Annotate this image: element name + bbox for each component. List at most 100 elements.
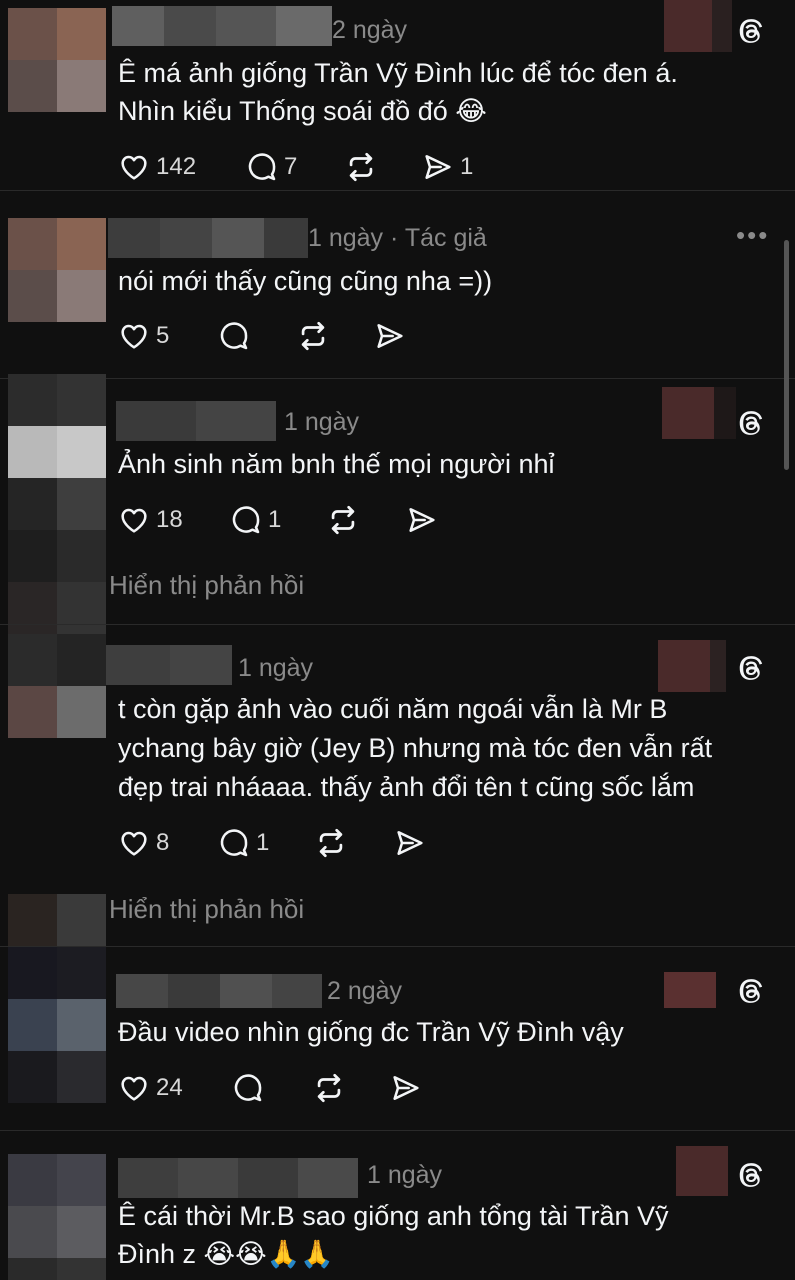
like-button[interactable]: 24 — [118, 1068, 183, 1108]
repost-icon — [319, 828, 343, 858]
send-icon — [397, 831, 423, 855]
original-post-avatar[interactable] — [658, 640, 710, 692]
original-post-avatar[interactable] — [676, 1146, 728, 1196]
reply-button[interactable] — [218, 316, 250, 356]
reply-button[interactable] — [232, 1068, 264, 1108]
comment-text-line: Đầu video nhìn giống đc Trần Vỹ Đình vậy — [118, 1017, 624, 1047]
like-button[interactable]: 142 — [118, 147, 196, 187]
reply-button[interactable]: 1 — [230, 500, 281, 540]
threads-logo-icon[interactable] — [736, 16, 766, 46]
avatar[interactable] — [8, 218, 106, 322]
reply-count: 1 — [268, 506, 282, 533]
action-bar: 24 — [118, 1068, 438, 1108]
threads-logo-icon[interactable] — [736, 1160, 766, 1190]
author-tag: · Tác giả — [390, 224, 487, 252]
original-post-avatar-right — [710, 640, 726, 692]
comment-bubble-icon — [248, 153, 276, 181]
username-redacted[interactable] — [106, 645, 232, 685]
timestamp: 1 ngày · Tác giả — [308, 224, 487, 253]
username-redacted[interactable] — [116, 401, 276, 441]
avatar[interactable] — [8, 634, 106, 738]
comment-text-line: t còn gặp ảnh vào cuối năm ngoái vẫn là … — [118, 694, 668, 724]
username-redacted[interactable] — [112, 6, 332, 46]
share-button[interactable] — [374, 316, 406, 356]
divider — [0, 378, 795, 379]
reply-count: 7 — [284, 153, 298, 180]
timestamp: 2 ngày — [327, 977, 403, 1005]
comment-bubble-icon — [220, 322, 248, 350]
divider — [0, 624, 795, 625]
repost-icon — [349, 152, 373, 182]
share-button[interactable] — [394, 823, 426, 863]
comment-text-line: Ảnh sinh năm bnh thế mọi người nhỉ — [118, 449, 555, 479]
send-icon — [377, 324, 403, 348]
username-redacted[interactable] — [118, 1158, 358, 1198]
username-redacted[interactable] — [116, 974, 322, 1008]
comment-text-line: đẹp trai nháaaa. thấy ảnh đổi tên t cũng… — [118, 772, 695, 802]
like-button[interactable]: 8 — [118, 823, 169, 863]
heart-icon — [121, 1076, 147, 1101]
original-post-avatar[interactable] — [664, 972, 716, 1008]
send-icon — [393, 1076, 419, 1100]
like-button[interactable]: 18 — [118, 500, 183, 540]
share-button[interactable] — [390, 1068, 422, 1108]
reply-button[interactable]: 1 — [218, 823, 269, 863]
comment-text-line: nói mới thấy cũng cũng nha =)) — [118, 266, 493, 296]
timestamp: 1 ngày — [238, 654, 314, 682]
timestamp-value: 1 ngày — [308, 224, 384, 252]
share-button[interactable]: 1 — [422, 147, 473, 187]
comment-text-line: Đình z 😭😭🙏🙏 — [118, 1239, 334, 1269]
avatar[interactable] — [8, 374, 106, 634]
repost-icon — [301, 321, 325, 351]
action-bar: 5 — [118, 316, 418, 356]
comment-bubble-icon — [220, 829, 248, 857]
like-button[interactable]: 5 — [118, 316, 169, 356]
like-count: 5 — [156, 322, 170, 349]
threads-logo-icon[interactable] — [736, 653, 766, 683]
avatar[interactable] — [8, 8, 106, 112]
like-count: 24 — [156, 1074, 183, 1101]
original-post-avatar[interactable] — [662, 387, 714, 439]
send-icon — [425, 155, 451, 179]
divider — [0, 190, 795, 191]
reply-button[interactable]: 7 — [246, 147, 297, 187]
threads-logo-icon[interactable] — [736, 408, 766, 438]
avatar[interactable] — [8, 947, 106, 1103]
original-post-avatar[interactable] — [664, 0, 716, 52]
repost-button[interactable] — [314, 823, 348, 863]
threads-logo-icon[interactable] — [736, 976, 766, 1006]
action-bar: 8 1 — [118, 823, 438, 863]
share-button[interactable] — [406, 500, 438, 540]
repost-icon — [331, 505, 355, 535]
like-count: 142 — [156, 153, 197, 180]
show-replies-link[interactable]: Hiển thị phản hồi — [109, 894, 304, 925]
timestamp: 1 ngày — [367, 1161, 443, 1189]
show-replies-link[interactable]: Hiển thị phản hồi — [109, 570, 304, 601]
repost-button[interactable] — [296, 316, 330, 356]
timestamp: 1 ngày — [284, 408, 360, 436]
comment-bubble-icon — [232, 506, 260, 534]
more-icon[interactable]: ••• — [736, 220, 769, 251]
heart-icon — [121, 508, 147, 533]
action-bar: 142 7 1 — [118, 147, 518, 187]
heart-icon — [121, 324, 147, 349]
comment-bubble-icon — [234, 1074, 262, 1102]
heart-icon — [121, 831, 147, 856]
reply-count: 1 — [256, 829, 270, 856]
comment-text-line: Ê cái thời Mr.B sao giống anh tổng tài T… — [118, 1201, 669, 1231]
comment-text-line: ychang bây giờ (Jey B) nhưng mà tóc đen … — [118, 733, 713, 763]
action-bar: 18 1 — [118, 500, 458, 540]
send-icon — [409, 508, 435, 532]
comment-text-line: Ê má ảnh giống Trần Vỹ Đình lúc để tóc đ… — [118, 58, 678, 88]
timestamp: 2 ngày — [332, 16, 408, 44]
comment-text-line: Nhìn kiểu Thống soái đồ đó 😂 — [118, 96, 487, 126]
original-post-avatar-right — [714, 387, 736, 439]
avatar[interactable] — [8, 1154, 106, 1280]
repost-icon — [317, 1073, 341, 1103]
repost-button[interactable] — [344, 147, 378, 187]
repost-button[interactable] — [312, 1068, 346, 1108]
scrollbar[interactable] — [784, 240, 789, 470]
reply-thread-avatar — [8, 894, 106, 946]
repost-button[interactable] — [326, 500, 360, 540]
username-redacted[interactable] — [108, 218, 308, 258]
